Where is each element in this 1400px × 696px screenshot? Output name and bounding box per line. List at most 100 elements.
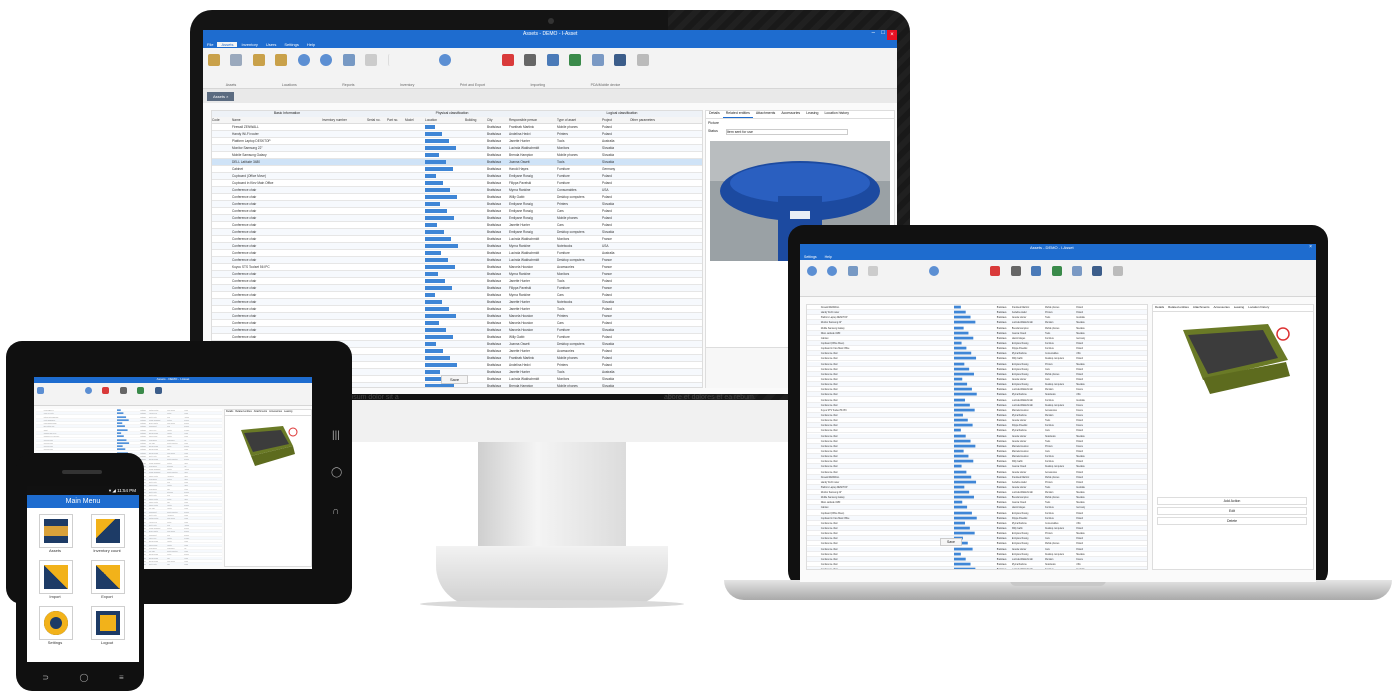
table-row[interactable]: Conference chairBratislavaMyrna RankineC… — [807, 428, 1147, 434]
tab-file[interactable]: File — [203, 42, 217, 47]
tablet-tab-attachments[interactable]: Attachments — [253, 410, 268, 415]
table-row[interactable]: Conference chairBratislavaJanette Hunter… — [212, 222, 702, 229]
laptop-tab-attachments[interactable]: Attachments — [1191, 305, 1212, 311]
table-row[interactable]: Conference chairBratislavaJanette Hunter… — [807, 433, 1147, 439]
col-serial[interactable]: Serial no. — [367, 117, 387, 123]
edit-icon[interactable] — [342, 54, 355, 66]
table-row[interactable]: Mobile Samsung GalaxyBratislavaBrenda Ha… — [212, 152, 702, 159]
laptop-import-icon[interactable] — [1071, 266, 1082, 276]
tablet-print-icon[interactable] — [119, 387, 127, 394]
tablet-recent-button[interactable]: ||| — [332, 430, 340, 441]
settings-tile[interactable] — [39, 606, 73, 640]
laptop-discard-icon[interactable] — [990, 266, 1001, 276]
tab-inventory[interactable]: Inventory — [237, 42, 261, 47]
table-row[interactable]: Conference chairBratislavaEmilyane Rossi… — [807, 361, 1147, 367]
tab-attachments[interactable]: Attachments — [753, 111, 778, 118]
laptop-edit-icon[interactable] — [847, 266, 858, 276]
tablet-tab-details[interactable]: Details — [225, 410, 234, 415]
tablet-search-icon[interactable] — [84, 387, 92, 394]
table-row[interactable]: Conference chairBratislavaJanette Hunter… — [212, 278, 702, 285]
tab-related-entities[interactable]: Related entities — [722, 111, 753, 118]
assets-status-icon[interactable] — [230, 54, 243, 66]
table-row[interactable]: Conference chairBratislavaLucinda Waldsc… — [807, 398, 1147, 403]
print-labels-icon[interactable] — [546, 54, 559, 66]
table-row[interactable]: Conference chairBratislavaEmilyane Rossi… — [212, 229, 702, 236]
table-row[interactable]: Conference chairBratislavaWilly GabbDesk… — [807, 356, 1147, 362]
table-row[interactable]: CabinetBratislavaHarold HayesFurnitureGe… — [807, 505, 1147, 511]
duplicate-icon[interactable] — [365, 54, 378, 66]
import-tile[interactable] — [39, 560, 73, 594]
location-icon[interactable] — [297, 54, 310, 66]
table-row[interactable]: Conference chairBratislavaLucinda Waldsc… — [212, 236, 702, 243]
inventory-lists-icon[interactable] — [636, 54, 649, 66]
table-row[interactable]: Conference chairBratislavaEmilyane Rossi… — [36, 448, 222, 452]
tab-help[interactable]: Help — [303, 42, 319, 47]
col-project[interactable]: Project — [602, 117, 630, 123]
table-row[interactable]: CabinetBratislavaHarold HayesFurnitureGe… — [36, 429, 222, 432]
table-row[interactable]: Monitor Samsung 22"BratislavaLucinda Wal… — [212, 145, 702, 152]
add-location-icon[interactable] — [320, 54, 333, 66]
laptop-add-location-icon[interactable] — [827, 266, 838, 276]
phone-menu-button[interactable]: ≡ — [119, 673, 124, 682]
table-row[interactable]: Cupboard in Kiev Main OfficeBratislavaFi… — [807, 515, 1147, 521]
laptop-export-icon[interactable] — [1051, 266, 1062, 276]
close-icon[interactable]: × — [887, 30, 897, 40]
laptop-inventory-lists-icon[interactable] — [1112, 266, 1123, 276]
laptop-tab-settings[interactable]: Settings — [800, 255, 821, 259]
table-row[interactable]: Conference chairBratislavaJanette Hunter… — [807, 470, 1147, 475]
table-row[interactable]: Conference chairBratislavaJanette Hunter… — [807, 439, 1147, 444]
table-row[interactable]: Monitor Samsung 22"BratislavaLucinda Wal… — [807, 320, 1147, 326]
table-row[interactable]: Conference chairBratislavaJanette Hunter… — [807, 546, 1147, 552]
tablet-tab-related[interactable]: Related entities — [234, 410, 252, 415]
table-row[interactable]: Conference chairBratislavaMarcela Housto… — [212, 327, 702, 334]
table-row[interactable]: Conference chairBratislavaLucinda Waldsc… — [807, 402, 1147, 408]
inventory-count-tile[interactable] — [91, 514, 125, 548]
export-excel-icon[interactable] — [569, 54, 582, 66]
inventory-options[interactable] — [462, 54, 492, 66]
col-code[interactable]: Code — [212, 117, 232, 123]
tab-leasing[interactable]: Leasing — [803, 111, 821, 118]
laptop-tab-accessories[interactable]: Accessories — [1212, 305, 1232, 311]
table-row[interactable]: Conference chairBratislavaMyrna RankineN… — [807, 392, 1147, 398]
table-row[interactable]: Conference chairBratislavaEmilyane Rossi… — [807, 541, 1147, 547]
laptop-search-icon[interactable] — [929, 266, 940, 276]
phone-home-button[interactable]: ◯ — [80, 673, 89, 682]
tablet-tab-leasing[interactable]: Leasing — [283, 410, 293, 415]
laptop-location-icon[interactable] — [807, 266, 817, 276]
table-row[interactable]: Conference chairBratislavaJanette Hunter… — [212, 299, 702, 306]
table-row[interactable]: CabinetBratislavaHarold HayesFurnitureGe… — [807, 336, 1147, 341]
tab-settings[interactable]: Settings — [280, 42, 302, 47]
table-row[interactable]: Handy Wi-Fi routerBratislavaAndelina Hed… — [36, 412, 222, 415]
laptop-add-action-button[interactable]: Add Action — [1157, 497, 1307, 505]
table-row[interactable]: Conference chairBratislavaMyrna RankineC… — [212, 292, 702, 299]
tablet-location-icon[interactable] — [37, 387, 44, 394]
col-type[interactable]: Type of asset — [557, 117, 602, 123]
table-row[interactable]: Conference chairBratislavaMyrna RankineN… — [212, 243, 702, 250]
table-row[interactable]: Conference chairBratislavaEmilyane Rossi… — [212, 201, 702, 208]
search-icon[interactable] — [439, 54, 452, 66]
table-row[interactable]: Conference chairBratislavaMyrna RankineM… — [212, 271, 702, 278]
tablet-mobile-icon[interactable] — [154, 387, 162, 394]
laptop-print-labels-icon[interactable] — [1031, 266, 1042, 276]
col-building[interactable]: Building — [465, 117, 487, 123]
table-row[interactable]: Conference chairBratislavaEmilyane Rossi… — [807, 371, 1147, 377]
table-row[interactable]: Conference chairBratislavaMarcela Housto… — [807, 443, 1147, 449]
table-row[interactable]: CabinetBratislavaHarold HayesFurnitureGe… — [212, 166, 702, 173]
laptop-save-button[interactable]: Save — [940, 538, 962, 546]
tab-accessories[interactable]: Accessories — [778, 111, 803, 118]
col-responsible[interactable]: Responsible person — [509, 117, 557, 123]
table-row[interactable]: Conference chairBratislavaEmilyane Rossi… — [807, 367, 1147, 372]
logout-tile[interactable] — [91, 606, 125, 640]
tablet-discard-icon[interactable] — [102, 387, 110, 394]
reports-list[interactable] — [387, 54, 429, 66]
table-row[interactable]: Conference chairBratislavaMarcela Housto… — [212, 313, 702, 320]
discard-icon[interactable] — [501, 54, 514, 66]
document-tab-assets[interactable]: Assets × — [207, 92, 235, 101]
table-row[interactable]: Cupboard (Office Move)BratislavaEmilyane… — [807, 511, 1147, 516]
print-icon[interactable] — [524, 54, 537, 66]
table-row[interactable]: Conference chairBratislavaWilly GabbDesk… — [212, 194, 702, 201]
phone-back-button[interactable]: ⊃ — [42, 673, 49, 682]
tab-details[interactable]: Details — [706, 111, 723, 118]
laptop-tab-location-history[interactable]: Location history — [1246, 305, 1271, 311]
table-row[interactable]: Conference chairBratislavaJoanna OssettD… — [807, 464, 1147, 470]
